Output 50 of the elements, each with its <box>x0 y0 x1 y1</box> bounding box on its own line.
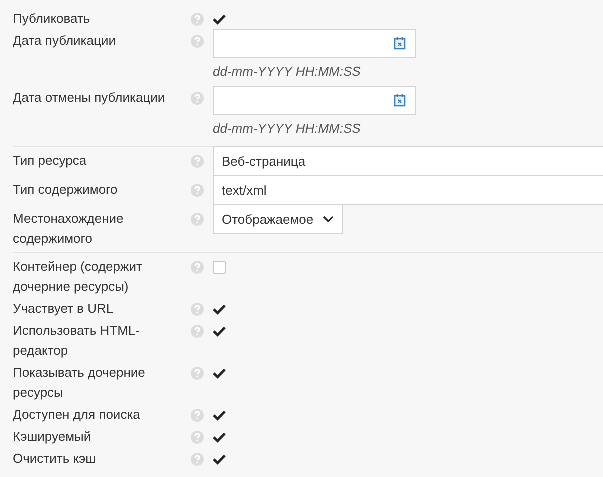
help-icon[interactable] <box>191 212 204 226</box>
help-icon[interactable] <box>191 408 204 422</box>
checkbox[interactable] <box>213 12 226 26</box>
select-dropdown[interactable]: Отображаемое <box>213 204 343 234</box>
field-label: Участвует в URL <box>13 300 115 318</box>
help-icon[interactable] <box>191 92 204 104</box>
checkbox[interactable] <box>213 408 226 422</box>
checkmark-icon <box>213 410 226 420</box>
field-label: Дата публикации <box>13 32 117 50</box>
field-label: Доступен для поиска <box>13 406 142 424</box>
help-icon[interactable] <box>191 260 204 274</box>
field-label: Местонахождение содержимого <box>13 210 125 248</box>
help-icon[interactable] <box>191 154 204 168</box>
text-field[interactable]: text/xml <box>213 175 603 205</box>
help-icon[interactable] <box>191 366 204 380</box>
checkbox[interactable] <box>213 452 226 466</box>
help-icon[interactable] <box>191 302 204 316</box>
field-label: Показывать дочерние ресурсы <box>13 364 146 402</box>
field-label: Дата отмены публикации <box>13 89 166 107</box>
date-field[interactable] <box>213 29 416 58</box>
date-field[interactable] <box>213 86 416 115</box>
checkmark-icon <box>213 304 226 314</box>
checkmark-icon <box>213 454 226 464</box>
field-label: Кэшируемый <box>13 428 92 446</box>
calendar-icon[interactable] <box>394 37 406 50</box>
help-icon[interactable] <box>191 452 204 466</box>
help-icon[interactable] <box>191 324 204 338</box>
help-icon[interactable] <box>191 34 204 48</box>
checkbox[interactable] <box>213 324 226 338</box>
checkmark-icon <box>213 14 226 24</box>
field-label: Контейнер (содержит дочерние ресурсы) <box>13 258 144 296</box>
checkmark-icon <box>213 432 226 442</box>
field-label: Очистить кэш <box>13 450 98 468</box>
calendar-icon[interactable] <box>394 94 406 107</box>
checkmark-icon <box>213 368 226 378</box>
format-hint: dd-mm-YYYY HH:MM:SS <box>213 121 362 137</box>
text-field[interactable]: Веб-страница <box>213 146 603 176</box>
format-hint: dd-mm-YYYY HH:MM:SS <box>213 64 362 80</box>
checkmark-icon <box>213 326 226 336</box>
chevron-down-icon <box>323 216 334 222</box>
help-icon[interactable] <box>191 184 204 196</box>
checkbox[interactable] <box>213 302 226 316</box>
field-label: Публиковать <box>13 10 92 28</box>
checkbox[interactable] <box>213 430 226 444</box>
field-label: Тип ресурса <box>13 152 88 170</box>
help-icon[interactable] <box>191 430 204 444</box>
field-label: Тип содержимого <box>13 181 119 199</box>
help-icon[interactable] <box>191 12 204 26</box>
field-label: Использовать HTML-редактор <box>13 322 141 360</box>
checkbox[interactable] <box>213 366 226 380</box>
